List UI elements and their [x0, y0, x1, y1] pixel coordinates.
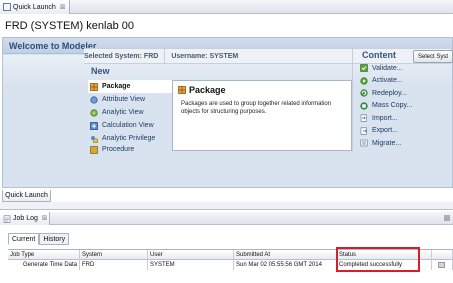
- quick-launch-icon: [3, 3, 11, 11]
- cell-system: FRD: [80, 260, 148, 270]
- selected-system-label: Selected System: FRD: [84, 52, 159, 60]
- editor-bottom-strip: [0, 202, 453, 210]
- package-icon: [178, 86, 186, 94]
- new-item-label: Attribute View: [102, 96, 146, 103]
- package-icon: [90, 82, 98, 91]
- content-item-label: Export...: [372, 127, 399, 135]
- export-icon: [360, 127, 368, 135]
- attribute-view-icon: [90, 95, 98, 104]
- new-item-procedure[interactable]: Procedure: [88, 145, 172, 154]
- column-header-submitted-at[interactable]: Submitted At: [234, 249, 337, 260]
- content-section-heading: Content: [362, 50, 396, 60]
- import-icon: [360, 114, 367, 122]
- editor-tab-bar: Quick Launch ☒: [0, 0, 453, 14]
- new-item-label: Analytic Privilege: [102, 135, 156, 142]
- new-item-analytic-view[interactable]: Analytic View: [88, 106, 172, 119]
- column-header-job-type[interactable]: Job Type: [8, 249, 80, 260]
- content-item-label: Migrate...: [372, 139, 402, 147]
- content-item-label: Mass Copy...: [372, 102, 413, 110]
- view-tab-bar: Job Log ☒: [0, 212, 453, 225]
- content-item-validate[interactable]: Validate...: [360, 62, 450, 75]
- content-item-redeploy[interactable]: Redeploy...: [360, 87, 450, 100]
- tab-quick-launch-bottom[interactable]: Quick Launch: [2, 190, 51, 202]
- tab-history[interactable]: History: [39, 233, 70, 245]
- validate-icon: [360, 64, 368, 73]
- close-icon[interactable]: ☒: [42, 215, 47, 222]
- redeploy-icon: [360, 89, 368, 97]
- new-section-heading: New: [91, 66, 110, 76]
- mass-copy-icon: [360, 102, 368, 110]
- tab-label: Job Log: [13, 215, 38, 222]
- new-item-label: Package: [102, 83, 131, 90]
- tab-job-log[interactable]: Job Log ☒: [0, 212, 50, 225]
- column-header-system[interactable]: System: [80, 249, 148, 260]
- package-description: Packages are used to group together rela…: [181, 101, 332, 115]
- package-panel-title: Package: [178, 85, 226, 95]
- new-item-label: Procedure: [102, 146, 135, 153]
- activate-icon: [360, 77, 368, 85]
- new-item-label: Calculation View: [102, 122, 154, 129]
- analytic-view-icon: [90, 108, 98, 117]
- editor-title: FRD (SYSTEM) kenlab 00: [0, 15, 453, 37]
- tab-current[interactable]: Current: [8, 233, 40, 245]
- package-title-text: Package: [189, 85, 226, 95]
- page-title: FRD (SYSTEM) kenlab 00: [5, 20, 134, 32]
- content-item-label: Redeploy...: [372, 89, 407, 97]
- calculation-view-icon: [90, 121, 98, 130]
- divider: [352, 46, 353, 151]
- view-menu-icon[interactable]: [443, 214, 451, 222]
- divider: [164, 48, 166, 64]
- content-item-label: Activate...: [372, 77, 403, 85]
- content-item-label: Import...: [372, 114, 398, 122]
- column-header-user[interactable]: User: [148, 249, 234, 260]
- close-icon[interactable]: ☒: [60, 4, 65, 11]
- tab-label: Quick Launch: [13, 3, 56, 11]
- content-item-activate[interactable]: Activate...: [360, 75, 450, 88]
- new-item-attribute-view[interactable]: Attribute View: [88, 93, 172, 106]
- content-item-label: Validate...: [372, 64, 403, 72]
- cell-submitted-at: Sun Mar 02 05:55:56 GMT 2014: [234, 260, 337, 270]
- job-log-subtabs: Current History: [8, 233, 70, 245]
- content-item-migrate[interactable]: Migrate...: [360, 137, 450, 150]
- procedure-icon: [90, 145, 98, 154]
- content-item-mass-copy[interactable]: Mass Copy...: [360, 100, 450, 113]
- cell-extra: [432, 260, 453, 270]
- new-items-list: Package Attribute View Analytic View Cal…: [88, 80, 174, 154]
- column-header-extra: [432, 249, 453, 260]
- new-item-analytic-privilege[interactable]: Analytic Privilege: [88, 132, 172, 145]
- migrate-icon: [360, 139, 368, 147]
- job-log-icon: [3, 215, 11, 223]
- analytic-privilege-icon: [91, 135, 98, 143]
- content-item-import[interactable]: Import...: [360, 112, 450, 125]
- new-item-label: Analytic View: [102, 109, 144, 116]
- content-item-export[interactable]: Export...: [360, 125, 450, 138]
- cell-user: SYSTEM: [148, 260, 234, 270]
- new-item-calculation-view[interactable]: Calculation View: [88, 119, 172, 132]
- tab-quick-launch[interactable]: Quick Launch ☒: [0, 0, 70, 14]
- new-item-package[interactable]: Package: [88, 80, 174, 93]
- content-items-list: Validate... Activate... Redeploy... Mass…: [360, 62, 450, 150]
- cell-job-type: Generate Time Data: [8, 260, 80, 270]
- row-action-icon[interactable]: [438, 262, 445, 268]
- username-label: Username: SYSTEM: [171, 52, 239, 60]
- status-highlight-box: [336, 247, 420, 272]
- package-description-panel: Package Packages are used to group toget…: [172, 80, 352, 151]
